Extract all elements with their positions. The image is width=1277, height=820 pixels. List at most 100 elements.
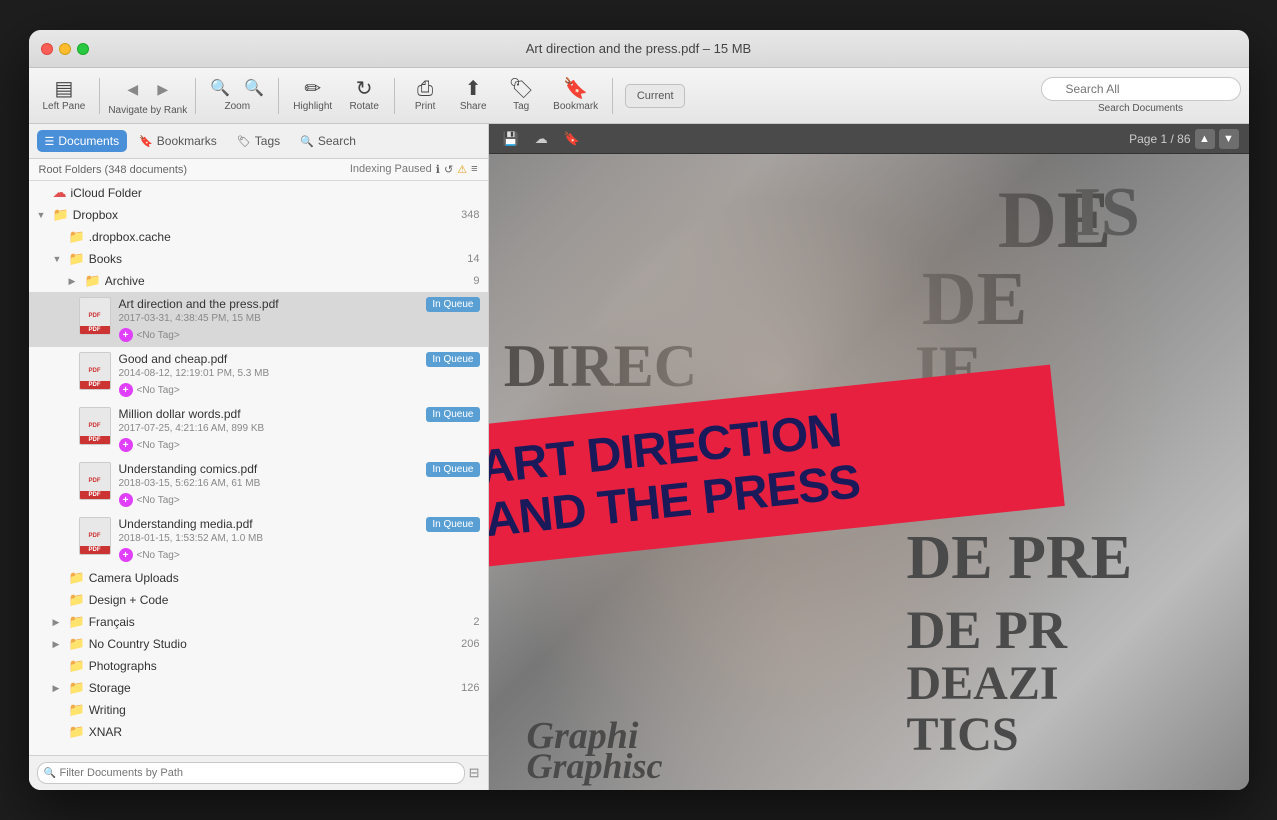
left-pane-icon: ▤ — [54, 79, 73, 99]
tree-item-xnar[interactable]: 📁 XNAR — [29, 721, 488, 743]
share-icon: ⬆ — [465, 79, 482, 99]
tree-item-photographs[interactable]: 📁 Photographs — [29, 655, 488, 677]
pdf-thumb-art-direction: PDF PDF — [79, 297, 111, 335]
tab-search-label: Search — [318, 134, 356, 148]
zoom-in-icon: 🔍 — [244, 81, 264, 97]
bookmark-button[interactable]: 🔖 Bookmark — [547, 75, 604, 116]
bookmark-icon: 🔖 — [563, 79, 588, 99]
add-tag-icon-4[interactable]: + — [119, 548, 133, 562]
pdf-tag-4: + <No Tag> — [119, 548, 419, 562]
page-next-button[interactable]: ▼ — [1219, 129, 1239, 149]
close-button[interactable] — [41, 43, 53, 55]
pdf-item-good-cheap[interactable]: PDF PDF Good and cheap.pdf 2014-08-12, 1… — [29, 347, 488, 402]
francais-arrow: ▶ — [53, 617, 65, 628]
sidebar: ☰ Documents 🔖 Bookmarks 🏷 Tags 🔍 Search — [29, 124, 489, 790]
rotate-label: Rotate — [349, 101, 378, 112]
viewer-save-icon[interactable]: 💾 — [499, 129, 523, 149]
tag-button[interactable]: 🏷 Tag — [499, 75, 543, 116]
filter-wrapper: 🔍 — [37, 762, 465, 784]
tag-icon: 🏷 — [508, 79, 533, 99]
storage-icon: 📁 — [69, 680, 85, 696]
nav-forward-button[interactable]: ▶ — [149, 75, 177, 103]
filter-input[interactable] — [37, 762, 465, 784]
info-icon[interactable]: ℹ — [436, 163, 440, 176]
tree-item-francais[interactable]: ▶ 📁 Français 2 — [29, 611, 488, 633]
cache-icon: 📁 — [69, 229, 85, 245]
pdf-tag-label-4: <No Tag> — [137, 550, 180, 561]
no-country-label: No Country Studio — [89, 637, 457, 651]
storage-label: Storage — [89, 681, 457, 695]
pdf-page: DE DE IS DIREC JE QUE D LA DIREC DE PRE … — [489, 154, 1249, 790]
tree-item-storage[interactable]: ▶ 📁 Storage 126 — [29, 677, 488, 699]
nav-back-button[interactable]: ◀ — [119, 75, 147, 103]
filter-funnel-icon[interactable]: ⊟ — [469, 765, 480, 781]
pdf-item-understanding-comics[interactable]: PDF PDF Understanding comics.pdf 2018-03… — [29, 457, 488, 512]
tab-search[interactable]: 🔍 Search — [292, 130, 364, 152]
zoom-out-icon: 🔍 — [210, 81, 230, 97]
tree-item-archive[interactable]: ▶ 📁 Archive 9 — [29, 270, 488, 292]
filter-search-icon: 🔍 — [44, 768, 56, 779]
writing-label: Writing — [89, 703, 480, 717]
page-prev-button[interactable]: ▲ — [1195, 129, 1215, 149]
tree-item-no-country-studio[interactable]: ▶ 📁 No Country Studio 206 — [29, 633, 488, 655]
tree-item-icloud[interactable]: ☁ iCloud Folder — [29, 181, 488, 204]
sidebar-tree[interactable]: ☁ iCloud Folder ▼ 📁 Dropbox 348 📁 .dropb… — [29, 181, 488, 755]
pdf-info-understanding-comics: Understanding comics.pdf 2018-03-15, 5:6… — [119, 462, 419, 507]
pdf-tag-label-2: <No Tag> — [137, 440, 180, 451]
tab-bookmarks[interactable]: 🔖 Bookmarks — [131, 130, 225, 152]
highlight-button[interactable]: ✏ Highlight — [287, 75, 338, 116]
left-pane-button[interactable]: ▤ Left Pane — [37, 75, 92, 116]
bookmarks-icon: 🔖 — [139, 135, 153, 148]
tab-tags[interactable]: 🏷 Tags — [229, 130, 288, 152]
minimize-button[interactable] — [59, 43, 71, 55]
share-button[interactable]: ⬆ Share — [451, 75, 495, 116]
francais-label: Français — [89, 615, 470, 629]
bg-text-pr: DE PR — [907, 599, 1068, 661]
pdf-item-million-words[interactable]: PDF PDF Million dollar words.pdf 2017-07… — [29, 402, 488, 457]
add-tag-icon-0[interactable]: + — [119, 328, 133, 342]
refresh-icon[interactable]: ↺ — [444, 163, 453, 176]
xnar-label: XNAR — [89, 725, 480, 739]
pdf-item-understanding-media[interactable]: PDF PDF Understanding media.pdf 2018-01-… — [29, 512, 488, 567]
tree-item-books[interactable]: ▼ 📁 Books 14 — [29, 248, 488, 270]
print-button[interactable]: ⎙ Print — [403, 75, 447, 116]
add-tag-icon-1[interactable]: + — [119, 383, 133, 397]
in-queue-badge-0: In Queue — [426, 297, 479, 312]
menu-icon[interactable]: ≡ — [471, 163, 477, 176]
tree-item-design-code[interactable]: 📁 Design + Code — [29, 589, 488, 611]
no-country-count: 206 — [461, 638, 479, 650]
tree-item-camera-uploads[interactable]: 📁 Camera Uploads — [29, 567, 488, 589]
zoom-out-button[interactable]: 🔍 — [204, 79, 236, 99]
tree-item-dropbox-cache[interactable]: 📁 .dropbox.cache — [29, 226, 488, 248]
zoom-in-button[interactable]: 🔍 — [238, 79, 270, 99]
tab-documents[interactable]: ☰ Documents — [37, 130, 128, 152]
pdf-tag-0: + <No Tag> — [119, 328, 419, 342]
viewer-cloud-icon[interactable]: ☁ — [531, 129, 552, 149]
pdf-thumb-million-words: PDF PDF — [79, 407, 111, 445]
bookmark-label: Bookmark — [553, 101, 598, 112]
camera-uploads-label: Camera Uploads — [89, 571, 480, 585]
main-window: Art direction and the press.pdf – 15 MB … — [29, 30, 1249, 790]
rotate-button[interactable]: ↻ Rotate — [342, 75, 386, 116]
books-icon: 📁 — [69, 251, 85, 267]
sidebar-header-bar: Root Folders (348 documents) Indexing Pa… — [29, 159, 488, 181]
tree-item-dropbox[interactable]: ▼ 📁 Dropbox 348 — [29, 204, 488, 226]
viewer-toolbar: 💾 ☁ 🔖 Page 1 / 86 ▲ ▼ — [489, 124, 1249, 154]
add-tag-icon-2[interactable]: + — [119, 438, 133, 452]
viewer-bookmark-icon[interactable]: 🔖 — [560, 129, 584, 149]
pdf-info-good-cheap: Good and cheap.pdf 2014-08-12, 12:19:01 … — [119, 352, 419, 397]
tree-item-writing[interactable]: 📁 Writing — [29, 699, 488, 721]
add-tag-icon-3[interactable]: + — [119, 493, 133, 507]
francais-count: 2 — [473, 616, 479, 628]
pdf-meta-4: 2018-01-15, 1:53:52 AM, 1.0 MB — [119, 533, 419, 544]
photographs-icon: 📁 — [69, 658, 85, 674]
maximize-button[interactable] — [77, 43, 89, 55]
warning-icon[interactable]: ⚠ — [457, 163, 467, 176]
icloud-label: iCloud Folder — [71, 186, 480, 200]
in-queue-badge-3: In Queue — [426, 462, 479, 477]
pdf-item-art-direction[interactable]: PDF PDF Art direction and the press.pdf … — [29, 292, 488, 347]
search-input[interactable] — [1041, 77, 1241, 101]
print-icon: ⎙ — [417, 79, 433, 99]
pdf-name-3: Understanding comics.pdf — [119, 462, 419, 476]
archive-label: Archive — [105, 274, 470, 288]
